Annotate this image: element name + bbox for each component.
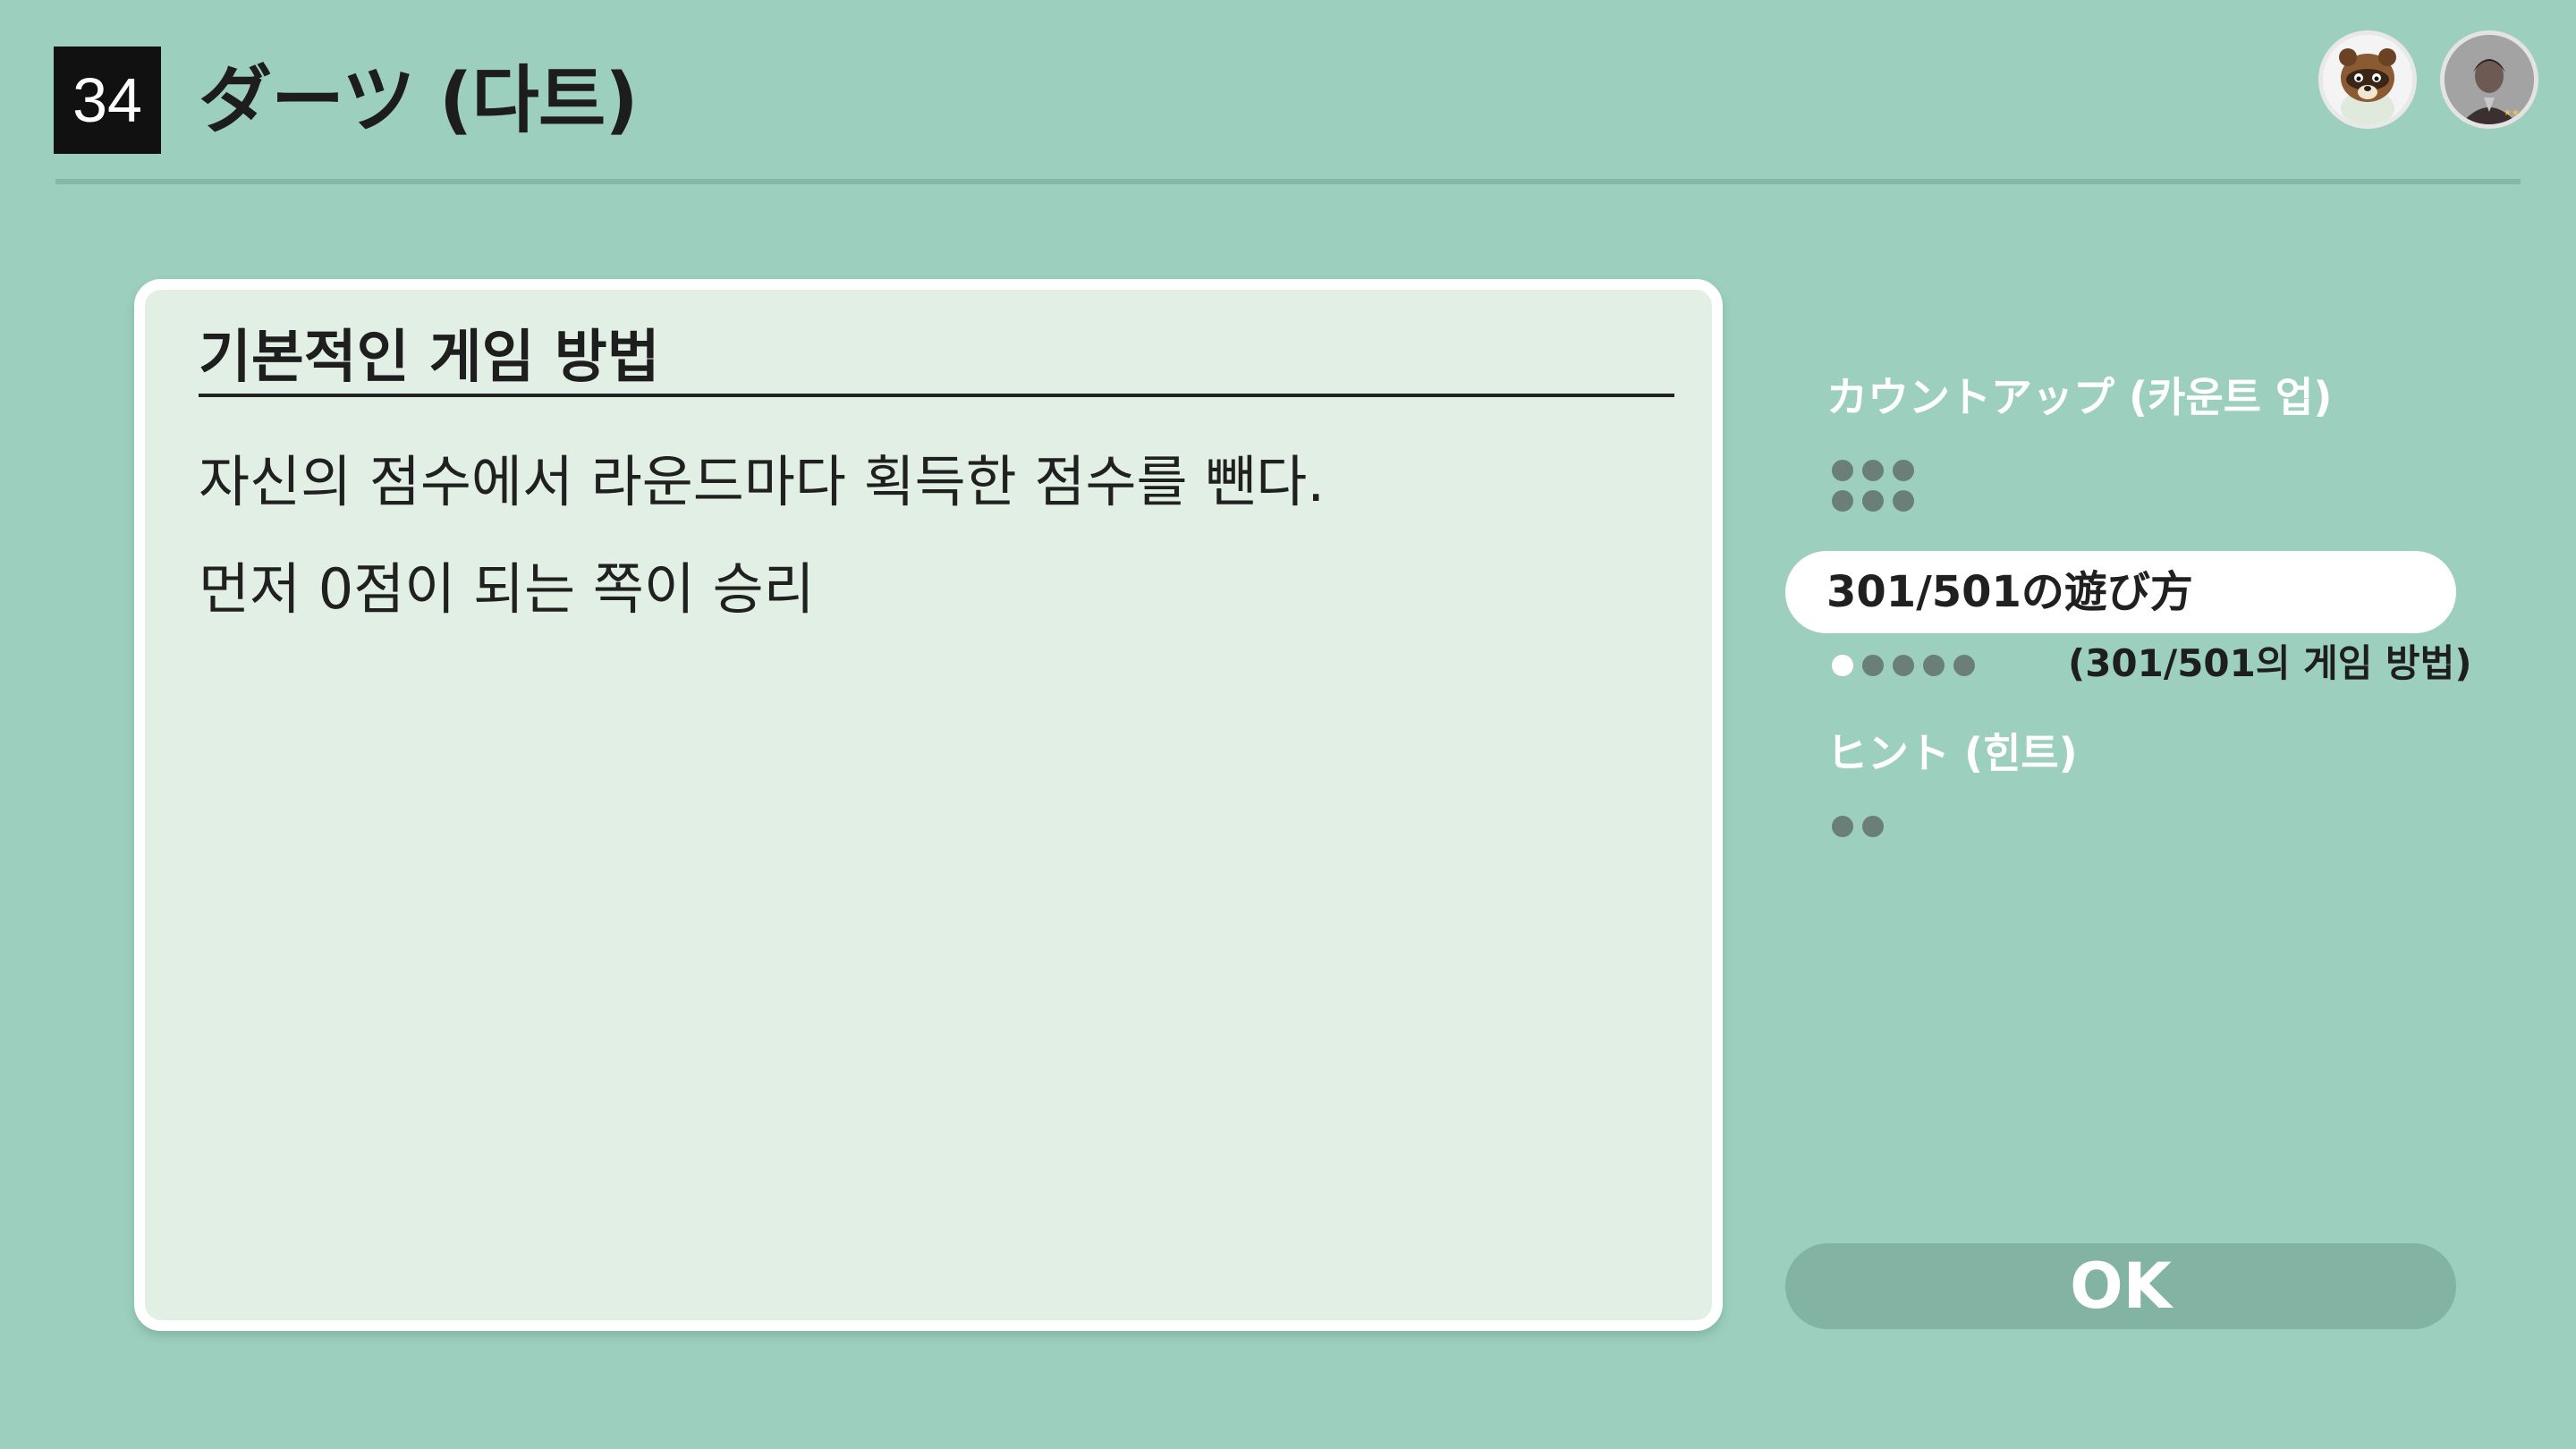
page-dot (1862, 816, 1884, 837)
header: 34 ダーツ (다트) ★★★ (0, 0, 2576, 188)
page-dot (1862, 460, 1884, 481)
page-dot (1832, 490, 1853, 512)
page-dot (1832, 655, 1853, 676)
menu-item-label: カウントアップ (카운트 업) (1826, 373, 2333, 421)
menu-item-subtitle: (301/501의 게임 방법) (2068, 641, 2472, 685)
panel-heading-divider (199, 394, 1674, 397)
player-avatar-icon[interactable]: ★★★ (2440, 30, 2538, 129)
page-dot (1832, 460, 1853, 481)
page-dot (1953, 655, 1975, 676)
page-dot (1893, 490, 1914, 512)
page-dot (1893, 655, 1914, 676)
header-divider (55, 179, 2521, 184)
page-dots (1832, 816, 1903, 837)
page-dots (1832, 655, 1993, 676)
page-dot (1893, 460, 1914, 481)
explanation-line: 자신의 점수에서 라운드마다 획득한 점수를 뺀다. (199, 449, 1326, 514)
topic-menu: カウントアップ (카운트 업) 301/501の遊び方 (301/501의 게임… (1785, 358, 2501, 894)
svg-text:★★★: ★★★ (2504, 108, 2528, 118)
page-dot (1862, 490, 1884, 512)
ok-button[interactable]: OK (1785, 1243, 2456, 1329)
game-number-badge: 34 (54, 47, 161, 154)
raccoon-avatar-icon[interactable] (2318, 30, 2417, 129)
explanation-line: 먼저 0점이 되는 쪽이 승리 (199, 556, 815, 622)
menu-item-label: ヒント (힌트) (1826, 729, 2078, 777)
page-dot (1862, 655, 1884, 676)
game-title: ダーツ (다트) (199, 58, 639, 143)
panel-heading: 기본적인 게임 방법 (199, 325, 660, 391)
page-dots (1832, 460, 1930, 512)
menu-item-label: 301/501の遊び方 (1826, 567, 2193, 617)
explanation-panel: 기본적인 게임 방법 자신의 점수에서 라운드마다 획득한 점수를 뺀다. 먼저… (134, 279, 1723, 1331)
page-dot (1923, 655, 1945, 676)
page-dot (1832, 816, 1853, 837)
